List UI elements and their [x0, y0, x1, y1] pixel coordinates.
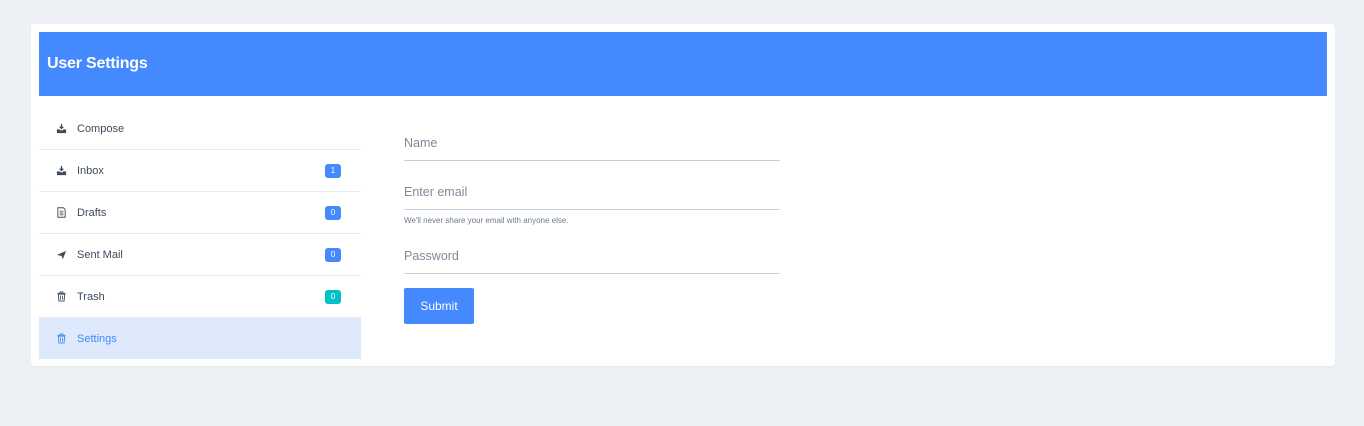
name-field[interactable]: [404, 124, 780, 161]
sidebar-item-label: Inbox: [77, 164, 104, 177]
sidebar-item-inbox[interactable]: Inbox 1: [39, 150, 361, 192]
sidebar-item-label: Compose: [77, 122, 125, 135]
password-field-group: [404, 237, 780, 274]
sidebar-item-label: Settings: [77, 332, 117, 345]
inbox-download-icon: [55, 123, 67, 135]
name-field-group: [404, 124, 780, 161]
sidebar-item-sent-mail[interactable]: Sent Mail 0: [39, 234, 361, 276]
page-title: User Settings: [47, 55, 148, 72]
settings-card: User Settings Compose Inbox 1 Drafts 0 S…: [31, 24, 1335, 366]
email-help-text: We'll never share your email with anyone…: [404, 216, 569, 225]
trash-count-badge: 0: [325, 289, 341, 304]
card-header: User Settings: [39, 32, 1327, 96]
sidebar-item-drafts[interactable]: Drafts 0: [39, 192, 361, 234]
sidebar-item-label: Drafts: [77, 206, 107, 219]
submit-button[interactable]: Submit: [404, 288, 474, 324]
email-field[interactable]: [404, 173, 780, 210]
sidebar-item-trash[interactable]: Trash 0: [39, 276, 361, 318]
sidebar-item-compose[interactable]: Compose: [39, 108, 361, 150]
password-field[interactable]: [404, 237, 780, 274]
email-field-group: We'll never share your email with anyone…: [404, 173, 780, 225]
user-settings-form: We'll never share your email with anyone…: [404, 124, 780, 324]
inbox-count-badge: 1: [325, 163, 341, 178]
sent-mail-count-badge: 0: [325, 247, 341, 262]
drafts-count-badge: 0: [325, 205, 341, 220]
inbox-download-icon: [55, 165, 67, 177]
sidebar-item-label: Sent Mail: [77, 248, 123, 261]
trash-icon: [55, 291, 67, 303]
sidebar-item-label: Trash: [77, 290, 105, 303]
paper-plane-icon: [55, 249, 67, 261]
sidebar-item-settings[interactable]: Settings: [39, 318, 361, 359]
trash-icon: [55, 333, 67, 345]
sidebar: Compose Inbox 1 Drafts 0 Sent Mail 0 Tra…: [39, 108, 361, 359]
document-icon: [55, 207, 67, 219]
